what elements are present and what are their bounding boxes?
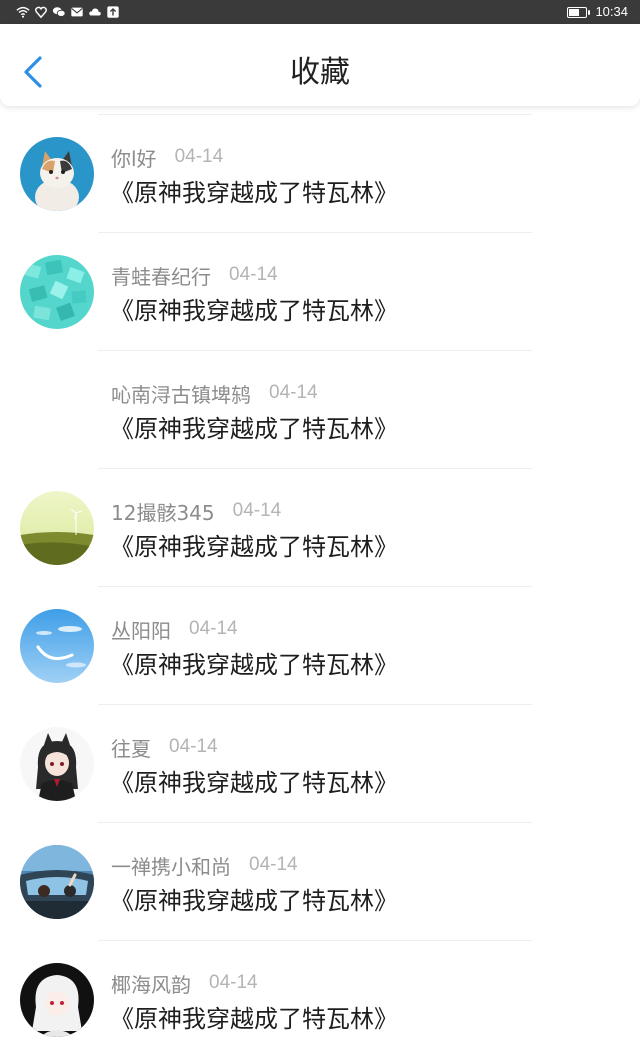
upload-icon [107, 6, 119, 18]
cloud-icon [89, 8, 101, 16]
avatar-white-hair[interactable] [20, 963, 94, 1037]
list-item[interactable]: 椰海风韵 04-14 《原神我穿越成了特瓦林》 [0, 940, 640, 1058]
avatar-sky[interactable] [20, 609, 94, 683]
wechat-icon [52, 7, 66, 17]
username[interactable]: 12撮骸345 [111, 497, 215, 526]
username[interactable]: 青蛙春纪行 [111, 261, 211, 290]
book-title[interactable]: 《原神我穿越成了特瓦林》 [110, 648, 398, 682]
avatar-none[interactable] [20, 373, 94, 447]
shield-icon [35, 6, 47, 19]
status-right: 10:34 [567, 3, 628, 21]
date: 04-14 [229, 264, 278, 285]
date: 04-14 [249, 854, 298, 875]
list-item[interactable]: 12撮骸345 04-14 《原神我穿越成了特瓦林》 [0, 468, 640, 586]
date: 04-14 [209, 972, 258, 993]
meta-line: 往夏 04-14 [111, 733, 218, 762]
status-icons [16, 4, 120, 20]
book-title[interactable]: 《原神我穿越成了特瓦林》 [110, 412, 398, 446]
divider [98, 940, 532, 941]
username[interactable]: 丛阳阳 [111, 615, 171, 644]
meta-line: 12撮骸345 04-14 [111, 497, 282, 526]
username[interactable]: 你l好 [111, 143, 157, 172]
divider [98, 468, 532, 469]
meta-line: 吣南浔古镇埤鸫 04-14 [111, 379, 318, 408]
avatar-car[interactable] [20, 845, 94, 919]
book-title[interactable]: 《原神我穿越成了特瓦林》 [110, 884, 398, 918]
date: 04-14 [232, 500, 282, 521]
date: 04-14 [189, 618, 238, 639]
divider [98, 114, 532, 115]
avatar-field[interactable] [20, 491, 94, 565]
list-item[interactable]: 一禅携小和尚 04-14 《原神我穿越成了特瓦林》 [0, 822, 640, 940]
divider [98, 822, 532, 823]
meta-line: 一禅携小和尚 04-14 [111, 851, 298, 880]
list-item[interactable]: 丛阳阳 04-14 《原神我穿越成了特瓦林》 [0, 586, 640, 704]
username[interactable]: 往夏 [111, 733, 151, 762]
list-item[interactable]: 吣南浔古镇埤鸫 04-14 《原神我穿越成了特瓦林》 [0, 350, 640, 468]
date: 04-14 [269, 382, 318, 403]
list-item[interactable]: 往夏 04-14 《原神我穿越成了特瓦林》 [0, 704, 640, 822]
date: 04-14 [169, 736, 218, 757]
divider [98, 586, 532, 587]
book-title[interactable]: 《原神我穿越成了特瓦林》 [110, 176, 398, 210]
battery-icon [567, 6, 591, 18]
favorites-list: 你l好 04-14 《原神我穿越成了特瓦林》 青蛙春纪行 04-14 《原神我穿… [0, 114, 640, 1058]
book-title[interactable]: 《原神我穿越成了特瓦林》 [110, 294, 398, 328]
date: 04-14 [174, 146, 224, 167]
username[interactable]: 吣南浔古镇埤鸫 [111, 379, 251, 408]
mail-icon [71, 7, 83, 17]
battery-level [569, 8, 580, 16]
page-title: 收藏 [290, 55, 350, 90]
list-item[interactable]: 青蛙春纪行 04-14 《原神我穿越成了特瓦林》 [0, 232, 640, 350]
meta-line: 丛阳阳 04-14 [111, 615, 238, 644]
divider [98, 350, 532, 351]
book-title[interactable]: 《原神我穿越成了特瓦林》 [110, 766, 398, 800]
meta-line: 你l好 04-14 [111, 143, 224, 172]
meta-line: 青蛙春纪行 04-14 [111, 261, 278, 290]
divider [98, 232, 532, 233]
clock: 10:34 [595, 4, 628, 19]
header: 收藏 [0, 24, 640, 106]
username[interactable]: 椰海风韵 [111, 969, 191, 998]
wifi-icon [16, 6, 30, 18]
divider [98, 704, 532, 705]
status-bar: 10:34 [0, 0, 640, 24]
username[interactable]: 一禅携小和尚 [111, 851, 231, 880]
book-title[interactable]: 《原神我穿越成了特瓦林》 [110, 1002, 398, 1036]
meta-line: 椰海风韵 04-14 [111, 969, 258, 998]
book-title[interactable]: 《原神我穿越成了特瓦林》 [110, 530, 398, 564]
avatar-teal-blocks[interactable] [20, 255, 94, 329]
list-item[interactable]: 你l好 04-14 《原神我穿越成了特瓦林》 [0, 114, 640, 232]
avatar-anime-girl[interactable] [20, 727, 94, 801]
avatar-cat[interactable] [20, 137, 94, 211]
